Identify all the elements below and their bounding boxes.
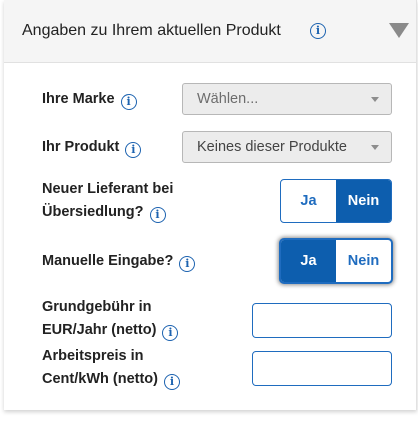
section-header[interactable]: Angaben zu Ihrem aktuellen Produkt i [4,0,416,63]
manual-entry-toggle[interactable]: Ja Nein [280,239,392,283]
info-icon[interactable]: i [162,325,179,341]
info-icon[interactable]: i [125,142,142,158]
manual-entry-option-no[interactable]: Nein [336,240,391,282]
caret-down-icon [371,145,379,150]
product-details-panel: Angaben zu Ihrem aktuellen Produkt i Ihr… [4,0,417,410]
new-supplier-toggle[interactable]: Ja Nein [280,179,392,223]
energy-price-label-line2: Cent/kWh (netto) [42,371,158,387]
product-select-value: Keines dieser Produkte [197,139,347,155]
manual-entry-option-yes[interactable]: Ja [281,240,336,282]
product-label: Ihr Produkt i [42,136,142,159]
base-fee-input[interactable] [252,303,392,338]
brand-label: Ihre Marke i [42,88,137,111]
info-icon[interactable]: i [163,374,180,390]
energy-price-label: Arbeitspreis in Cent/kWh (netto) i [42,345,180,391]
base-fee-label-line1: Grundgebühr in [42,299,152,315]
new-supplier-option-yes[interactable]: Ja [281,180,336,222]
manual-entry-label: Manuelle Eingabe? i [42,250,196,273]
manual-entry-label-text: Manuelle Eingabe? [42,253,174,269]
info-icon[interactable]: i [120,94,137,110]
brand-label-text: Ihre Marke [42,91,115,107]
collapse-triangle-icon[interactable] [389,23,409,38]
product-label-text: Ihr Produkt [42,139,120,155]
new-supplier-label: Neuer Lieferant bei Übersiedlung? i [42,178,173,224]
energy-price-label-line1: Arbeitspreis in [42,348,144,364]
info-icon[interactable]: i [149,207,166,223]
new-supplier-label-line2: Übersiedlung? [42,204,144,220]
section-title: Angaben zu Ihrem aktuellen Produkt [22,22,281,39]
info-icon[interactable]: i [179,256,196,272]
new-supplier-label-line1: Neuer Lieferant bei [42,181,174,197]
info-icon[interactable]: i [310,23,326,39]
brand-select-value: Wählen... [197,91,259,107]
base-fee-label: Grundgebühr in EUR/Jahr (netto) i [42,296,179,342]
brand-select[interactable]: Wählen... [182,83,392,115]
caret-down-icon [371,97,379,102]
energy-price-input[interactable] [252,351,392,386]
product-select[interactable]: Keines dieser Produkte [182,131,392,163]
new-supplier-option-no[interactable]: Nein [336,180,391,222]
base-fee-label-line2: EUR/Jahr (netto) [42,322,157,338]
